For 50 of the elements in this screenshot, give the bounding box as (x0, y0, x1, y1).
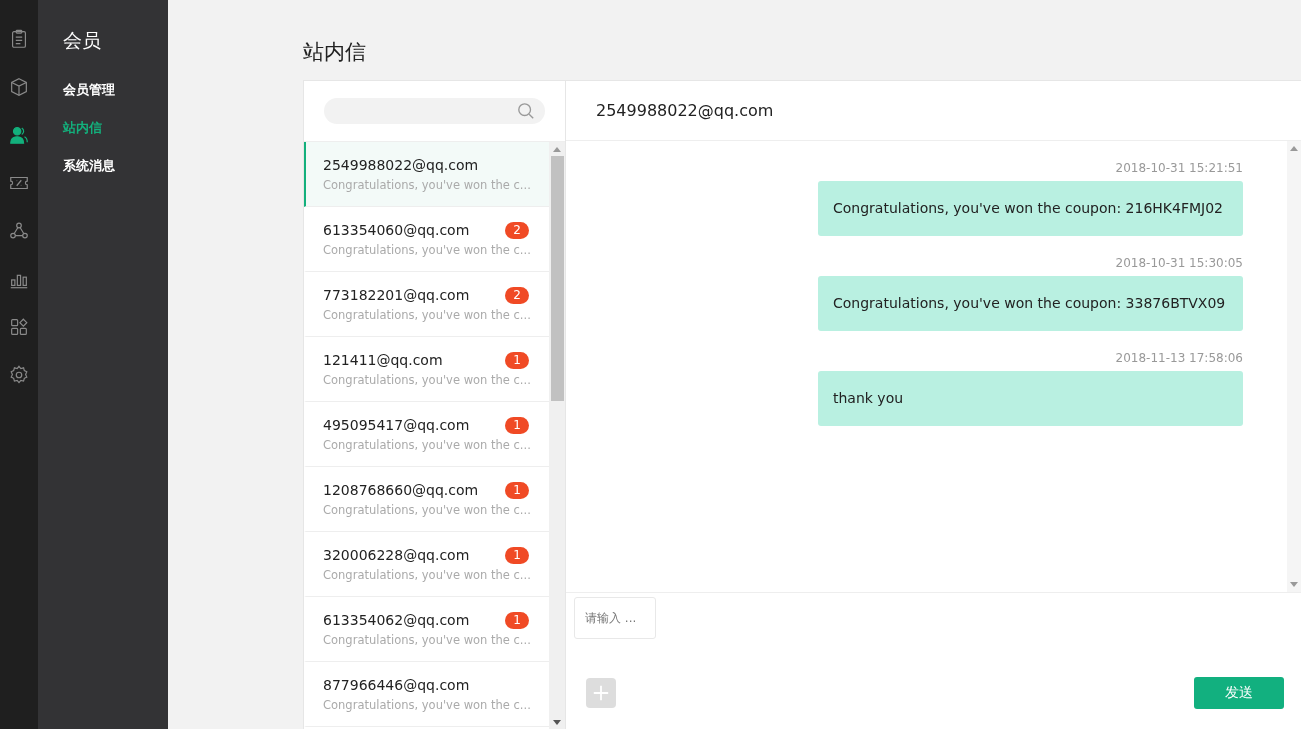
contact-email: 121411@qq.com (323, 352, 443, 368)
message-preview: Congratulations, you've won the c... (323, 568, 529, 582)
contact-email: 1208768660@qq.com (323, 482, 479, 498)
unread-badge: 1 (505, 351, 529, 369)
message-time: 2018-10-31 15:21:51 (1115, 161, 1243, 175)
message-preview: Congratulations, you've won the c... (323, 438, 529, 452)
message-preview: Congratulations, you've won the c... (323, 178, 529, 192)
search-field[interactable] (324, 98, 545, 124)
message-input[interactable]: 请输入 ... (574, 597, 656, 639)
sidebar-title: 会员 (62, 28, 102, 53)
scroll-up-icon[interactable] (1290, 146, 1298, 151)
unread-badge: 2 (505, 286, 529, 304)
message-bubble: Congratulations, you've won the coupon: 216HK4FMJ02 (818, 181, 1243, 236)
scroll-down-icon[interactable] (553, 720, 561, 725)
contact-email: 613354062@qq.com (323, 612, 470, 628)
unread-badge: 1 (505, 546, 529, 564)
message-preview: Congratulations, you've won the c... (323, 698, 529, 712)
sidebar-item[interactable]: 会员管理 (38, 71, 168, 109)
message-preview: Congratulations, you've won the c... (323, 373, 529, 387)
scrollbar[interactable] (549, 142, 565, 729)
settings-icon[interactable] (8, 364, 30, 386)
contact-email: 613354060@qq.com (323, 222, 470, 238)
contact-email: 320006228@qq.com (323, 547, 470, 563)
apps-icon[interactable] (8, 316, 30, 338)
message-preview: Congratulations, you've won the c... (323, 503, 529, 517)
message-preview: Congratulations, you've won the c... (323, 633, 529, 647)
message-bubble: thank you (818, 371, 1243, 426)
message-preview: Congratulations, you've won the c... (323, 243, 529, 257)
page-title: 站内信 (303, 39, 367, 66)
contact-email: 877966446@qq.com (323, 677, 470, 693)
message-time: 2018-10-31 15:30:05 (1115, 256, 1243, 270)
message-time: 2018-11-13 17:58:06 (1115, 351, 1243, 365)
contact-email: 2549988022@qq.com (323, 157, 479, 173)
plus-icon (592, 684, 610, 702)
message-bubble: Congratulations, you've won the coupon: 33876BTVX09 (818, 276, 1243, 331)
user-icon[interactable] (8, 124, 30, 146)
search-icon (517, 102, 535, 120)
contact-email: 773182201@qq.com (323, 287, 470, 303)
unread-badge: 1 (505, 416, 529, 434)
scrollbar[interactable] (1287, 141, 1301, 592)
chat-header: 2549988022@qq.com (566, 81, 1301, 141)
sidebar-item[interactable]: 站内信 (38, 109, 168, 147)
cube-icon[interactable] (8, 76, 30, 98)
unread-badge: 1 (505, 611, 529, 629)
sidebar-item[interactable]: 系统消息 (38, 147, 168, 185)
unread-badge: 1 (505, 481, 529, 499)
unread-badge: 2 (505, 221, 529, 239)
message-preview: Congratulations, you've won the c... (323, 308, 529, 322)
contact-email: 495095417@qq.com (323, 417, 470, 433)
conversation-item[interactable]: 2549988022@qq.com Congratulations, you've won the c... (304, 142, 549, 207)
